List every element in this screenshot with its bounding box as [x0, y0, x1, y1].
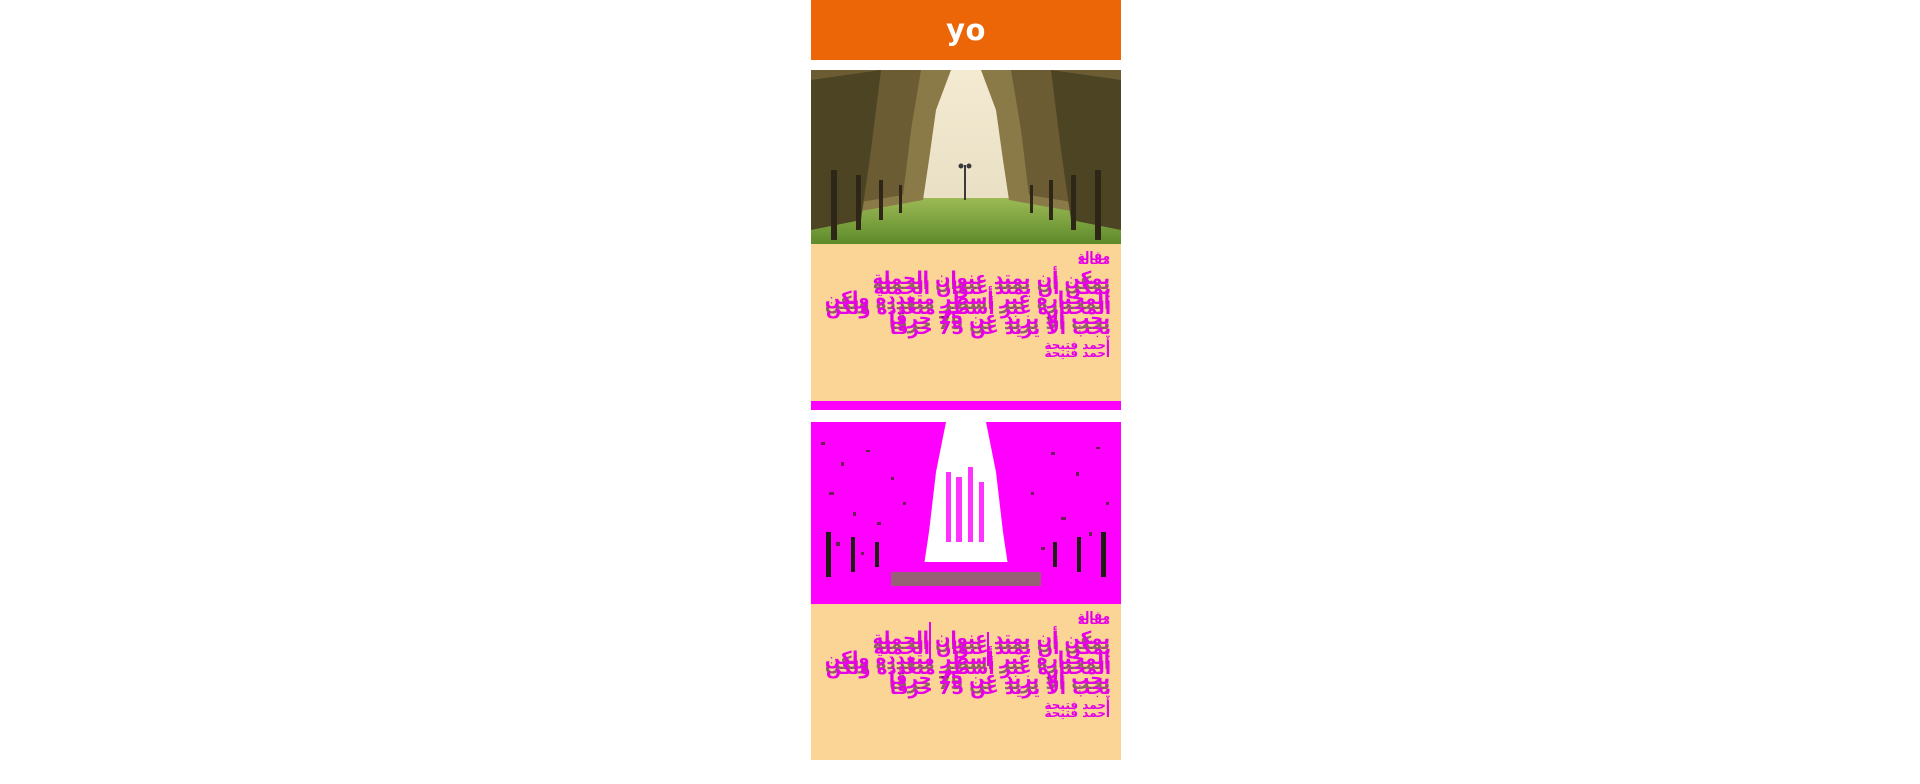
article-author[interactable]: أحمد فتيحة: [822, 699, 1111, 712]
article-card[interactable]: مقالة يمكن أن يمتد عنوان الجملة المختارة…: [811, 422, 1121, 760]
text-cursor-line: [929, 622, 931, 666]
article-label: مقالة: [1077, 253, 1110, 267]
text-cursor-line: [987, 632, 989, 666]
article-image[interactable]: [811, 70, 1121, 244]
palm-avenue-image: [811, 70, 1121, 244]
article-headline[interactable]: يمكن أن يمتد عنوان الجملة المختارة عبر أ…: [822, 269, 1110, 329]
accent-bar: [811, 401, 1121, 410]
article-body: مقالة يمكن أن يمتد عنوان الجملة المختارة…: [811, 244, 1121, 352]
app-title: yo: [946, 13, 986, 47]
card-divider: [811, 410, 1121, 422]
article-author[interactable]: أحمد فتيحة: [822, 339, 1111, 352]
article-body: مقالة يمكن أن يمتد عنوان الجملة المختارة…: [811, 604, 1121, 712]
content-column: yo مقالة يمكن أن يمتد عنوان الجملة المخت…: [811, 0, 1121, 760]
article-card[interactable]: مقالة يمكن أن يمتد عنوان الجملة المختارة…: [811, 70, 1121, 410]
article-label: مقالة: [1077, 613, 1110, 627]
article-image[interactable]: [811, 422, 1121, 604]
palm-avenue-image-magenta: [811, 422, 1121, 604]
app-header: yo: [811, 0, 1121, 60]
article-headline[interactable]: يمكن أن يمتد عنوان الجملة المختارة عبر أ…: [822, 629, 1110, 689]
